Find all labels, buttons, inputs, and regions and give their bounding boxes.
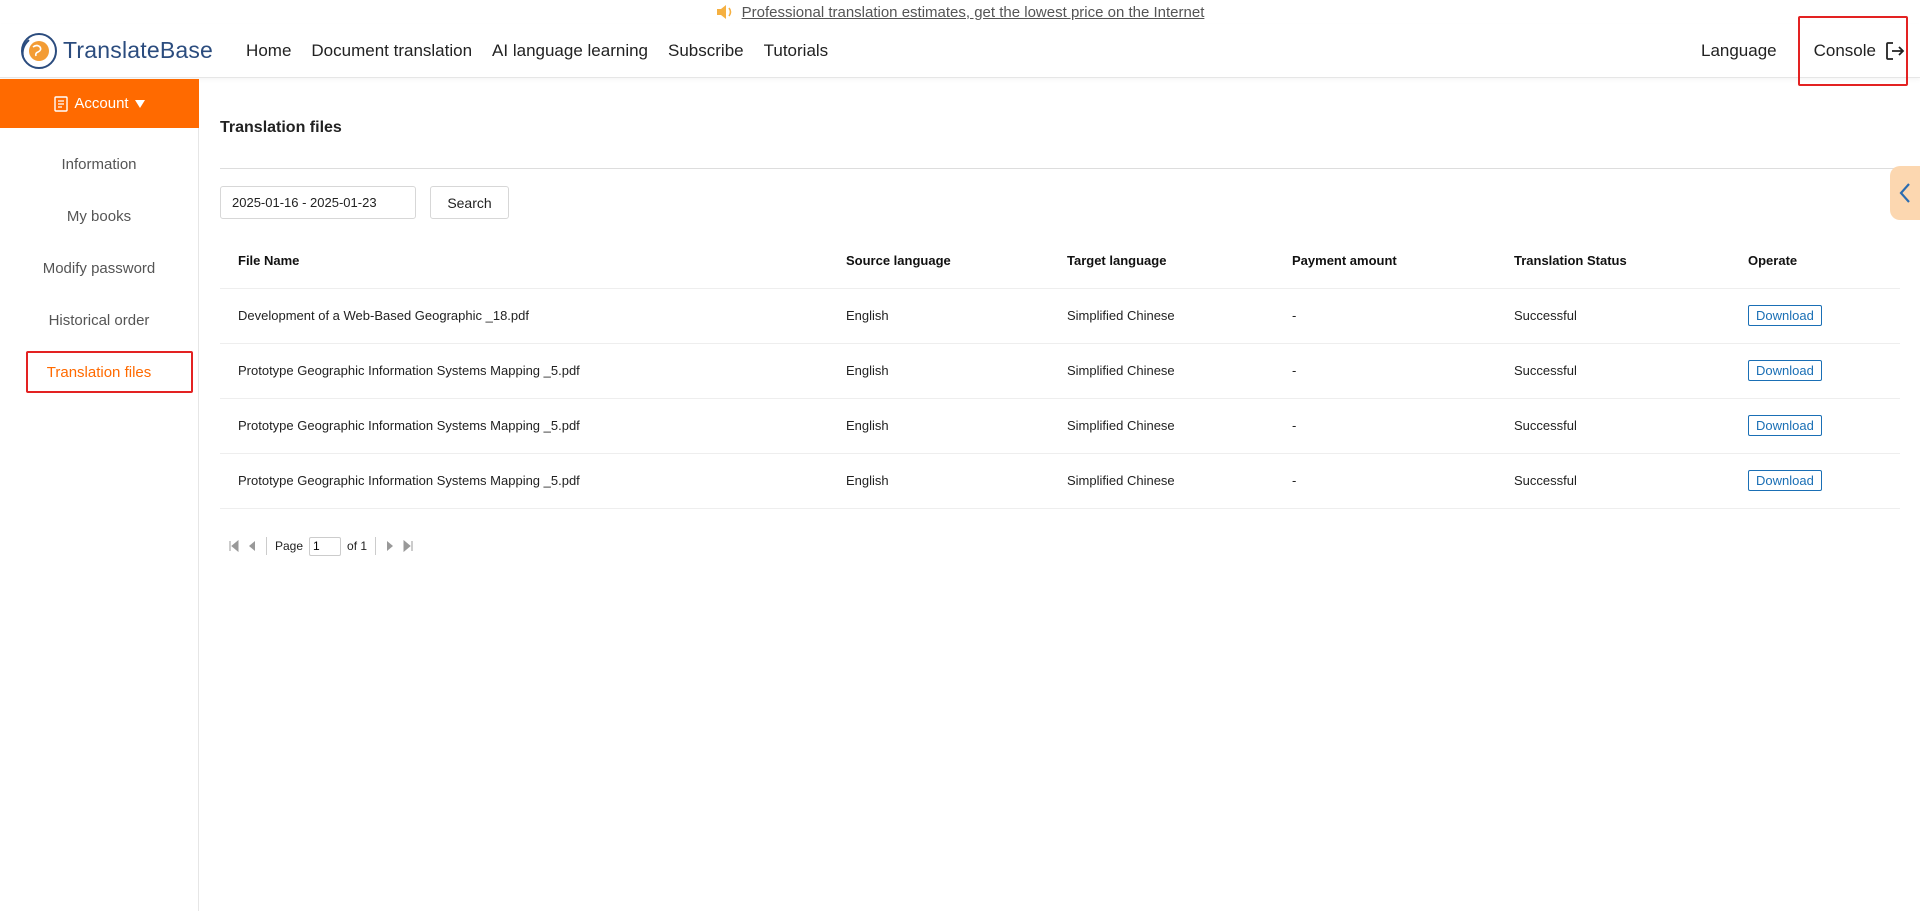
last-page-icon[interactable]: [402, 540, 414, 552]
account-dropdown[interactable]: Account: [0, 79, 199, 128]
source-language-cell: English: [828, 287, 1049, 343]
column-header: Translation Status: [1514, 252, 1627, 268]
nav-subscribe[interactable]: Subscribe: [658, 41, 754, 61]
page-title: Translation files: [220, 119, 342, 136]
next-page-icon[interactable]: [384, 540, 396, 552]
main-content: Translation files Search File Name Sourc…: [220, 79, 1900, 556]
language-menu[interactable]: Language: [1701, 41, 1777, 61]
source-language-cell: English: [828, 342, 1049, 398]
collapse-panel-tab[interactable]: [1890, 166, 1920, 220]
column-header: Target language: [1067, 252, 1167, 268]
announcement-bar: Professional translation estimates, get …: [0, 0, 1920, 24]
pager-divider: [375, 537, 377, 555]
payment-amount-cell: -: [1274, 452, 1496, 509]
sidebar-item-information[interactable]: Information: [0, 139, 198, 191]
column-header: Source language: [846, 252, 951, 268]
target-language-cell: Simplified Chinese: [1049, 287, 1274, 343]
operate-cell: Download: [1730, 452, 1900, 509]
target-language-cell: Simplified Chinese: [1049, 452, 1274, 509]
account-label: Account: [74, 95, 129, 112]
logo-text: TranslateBase: [63, 37, 214, 63]
status-cell: Successful: [1496, 342, 1730, 398]
title-divider: [220, 168, 1900, 169]
table-row: Prototype Geographic Information Systems…: [220, 342, 1900, 398]
operate-cell: Download: [1730, 287, 1900, 343]
sidebar-item-translation-files[interactable]: Translation files: [0, 347, 198, 399]
announcement-link[interactable]: Professional translation estimates, get …: [742, 4, 1205, 21]
page-total-label: of 1: [347, 539, 368, 553]
operate-cell: Download: [1730, 397, 1900, 453]
payment-amount-cell: -: [1274, 397, 1496, 453]
table-row: Prototype Geographic Information Systems…: [220, 452, 1900, 509]
sidebar: Account Information My books Modify pass…: [0, 79, 199, 911]
target-language-cell: Simplified Chinese: [1049, 397, 1274, 453]
file-name-cell: Prototype Geographic Information Systems…: [220, 397, 828, 453]
first-page-icon[interactable]: [228, 540, 240, 552]
download-button[interactable]: Download: [1748, 305, 1822, 326]
column-header: Operate: [1748, 252, 1798, 268]
search-button[interactable]: Search: [430, 186, 509, 219]
sidebar-menu: Information My books Modify password His…: [0, 139, 198, 399]
prev-page-icon[interactable]: [246, 540, 258, 552]
payment-amount-cell: -: [1274, 342, 1496, 398]
logout-icon[interactable]: [1884, 40, 1906, 62]
column-header: Payment amount: [1292, 252, 1397, 268]
main-nav: Home Document translation AI language le…: [236, 41, 838, 61]
console-label: Console: [1813, 41, 1876, 60]
sidebar-item-my-books[interactable]: My books: [0, 191, 198, 243]
globe-logo-icon: [21, 32, 57, 69]
top-header: TranslateBase Home Document translation …: [0, 24, 1920, 78]
status-cell: Successful: [1496, 452, 1730, 509]
nav-home[interactable]: Home: [236, 41, 301, 61]
column-header: File Name: [238, 252, 300, 268]
filter-bar: Search: [220, 186, 1900, 219]
nav-tutorials[interactable]: Tutorials: [754, 41, 839, 61]
page-label: Page: [275, 539, 304, 553]
download-button[interactable]: Download: [1748, 470, 1822, 491]
sidebar-item-modify-password[interactable]: Modify password: [0, 243, 198, 295]
console-button[interactable]: Console: [1797, 24, 1920, 78]
target-language-cell: Simplified Chinese: [1049, 342, 1274, 398]
logo[interactable]: TranslateBase: [19, 31, 213, 71]
download-button[interactable]: Download: [1748, 415, 1822, 436]
nav-ai-language-learning[interactable]: AI language learning: [482, 41, 658, 61]
translation-files-table: File Name Source language Target languag…: [220, 233, 1900, 509]
header-right: Language Console: [1701, 24, 1920, 78]
download-button[interactable]: Download: [1748, 360, 1822, 381]
status-cell: Successful: [1496, 397, 1730, 453]
date-range-input[interactable]: [220, 186, 416, 219]
payment-amount-cell: -: [1274, 287, 1496, 343]
pagination: Page of 1: [220, 536, 1900, 556]
page-number-input[interactable]: [309, 536, 342, 556]
source-language-cell: English: [828, 397, 1049, 453]
pager-divider: [266, 537, 267, 555]
document-icon: [54, 95, 69, 112]
speaker-icon: [716, 5, 731, 19]
file-name-cell: Prototype Geographic Information Systems…: [220, 452, 828, 509]
file-name-cell: Prototype Geographic Information Systems…: [220, 342, 828, 398]
source-language-cell: English: [828, 452, 1049, 509]
nav-document-translation[interactable]: Document translation: [301, 41, 482, 61]
operate-cell: Download: [1730, 342, 1900, 398]
status-cell: Successful: [1496, 287, 1730, 343]
chevron-left-icon: [1899, 183, 1910, 203]
sidebar-item-historical-order[interactable]: Historical order: [0, 295, 198, 347]
table-header-row: File Name Source language Target languag…: [220, 233, 1900, 288]
table-row: Development of a Web-Based Geographic _1…: [220, 287, 1900, 343]
file-name-cell: Development of a Web-Based Geographic _1…: [220, 287, 828, 343]
table-row: Prototype Geographic Information Systems…: [220, 397, 1900, 453]
caret-down-icon: [134, 99, 145, 108]
